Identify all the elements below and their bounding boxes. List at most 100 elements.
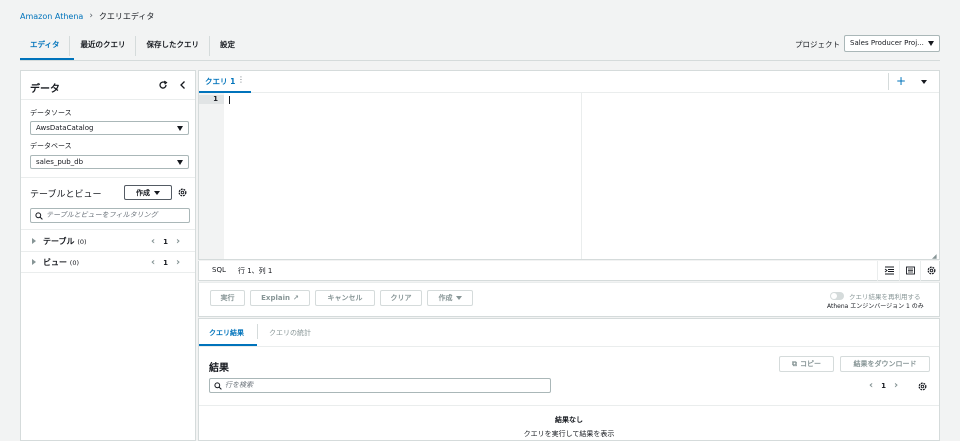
reuse-results-label: クエリ結果を再利用する <box>849 293 921 301</box>
text-cursor <box>229 96 230 104</box>
tab-query-stats[interactable]: クエリの統計 <box>269 328 311 338</box>
tab-saved-queries[interactable]: 保存したクエリ <box>136 36 210 56</box>
database-select[interactable]: sales_pub_db <box>30 155 189 169</box>
gear-icon[interactable] <box>917 381 928 392</box>
editor-language: SQL <box>212 266 226 274</box>
empty-results-subtitle: クエリを実行して結果を表示 <box>523 430 615 438</box>
caret-down-icon <box>177 126 183 131</box>
caret-down-icon[interactable] <box>921 80 927 84</box>
gear-icon[interactable] <box>177 187 188 198</box>
chevron-left-icon[interactable] <box>178 80 188 90</box>
create-table-button[interactable]: 作成 <box>124 185 172 200</box>
line-number: 1 <box>199 95 224 104</box>
chevron-right-icon: › <box>89 11 93 21</box>
download-results-button[interactable]: 結果をダウンロード <box>840 356 930 372</box>
print-margin <box>581 93 582 259</box>
caret-right-icon[interactable] <box>32 259 36 265</box>
project-select[interactable]: Sales Producer Proj... <box>844 35 940 52</box>
tab-recent-queries[interactable]: 最近のクエリ <box>70 36 137 56</box>
breadcrumb-link-athena[interactable]: Amazon Athena <box>20 12 83 21</box>
chevron-left-icon[interactable]: ‹ <box>151 236 155 247</box>
main-tabs: エディタ 最近のクエリ 保存したクエリ 設定 <box>20 36 245 56</box>
data-panel-title: データ <box>30 84 60 95</box>
caret-down-icon <box>177 160 183 165</box>
tables-views-heading: テーブルとビュー <box>30 190 102 200</box>
external-link-icon: ↗ <box>292 294 299 302</box>
datasource-select-value: AwsDataCatalog <box>36 124 94 132</box>
datasource-select[interactable]: AwsDataCatalog <box>30 121 189 135</box>
chevron-right-icon[interactable]: › <box>894 380 898 391</box>
gear-icon[interactable] <box>926 265 937 276</box>
status-divider <box>920 261 921 281</box>
caret-down-icon <box>928 41 934 46</box>
caret-down-icon <box>154 190 160 195</box>
editor-tab-query-1[interactable]: クエリ 1 <box>205 76 235 87</box>
tab-query-results[interactable]: クエリ結果 <box>209 328 244 338</box>
explain-button-label: Explain <box>261 294 290 302</box>
cancel-button[interactable]: キャンセル <box>315 290 375 306</box>
search-icon <box>35 212 43 220</box>
toggle-knob <box>831 293 837 299</box>
breadcrumb-current: クエリエディタ <box>98 11 155 21</box>
editor-status-bar: SQL 行 1、列 1 <box>198 261 940 281</box>
line-gutter <box>199 93 224 259</box>
tree-label-views: ビュー (0) <box>43 258 80 267</box>
chevron-right-icon[interactable]: › <box>176 257 180 268</box>
project-label: プロジェクト <box>795 40 840 49</box>
tree-count-tables: (0) <box>77 238 87 246</box>
caret-right-icon[interactable] <box>32 238 36 244</box>
copy-button[interactable]: ⧉ コピー <box>779 356 834 372</box>
caret-down-icon <box>455 296 462 300</box>
add-query-tab-icon[interactable]: + <box>896 74 906 88</box>
empty-results-title: 結果なし <box>555 416 583 424</box>
results-pager: ‹ 1 › <box>869 380 898 391</box>
tabs-divider <box>20 60 940 61</box>
tab-editor[interactable]: エディタ <box>20 36 71 56</box>
format-indent-icon[interactable] <box>884 265 895 276</box>
reuse-results-toggle[interactable] <box>830 292 844 300</box>
results-panel: クエリ結果 クエリの統計 結果 ⧉ コピー 結果をダウンロード 行を検索 ‹ 1… <box>198 318 940 441</box>
tables-page-number: 1 <box>163 237 168 246</box>
run-button[interactable]: 実行 <box>210 290 245 306</box>
chevron-left-icon[interactable]: ‹ <box>869 380 873 391</box>
tree-row-views[interactable]: ビュー (0) ‹ 1 › <box>21 252 195 272</box>
query-actions-bar: 実行 Explain ↗ キャンセル クリア 作成 クエリ結果を再利用する At… <box>198 282 940 317</box>
engine-version-note: Athena エンジンバージョン 1 のみ <box>827 303 924 310</box>
database-select-value: sales_pub_db <box>36 158 84 166</box>
row-search-placeholder: 行を検索 <box>225 381 253 389</box>
results-divider <box>199 405 939 406</box>
create-button[interactable]: 作成 <box>427 290 473 306</box>
create-table-button-label: 作成 <box>136 188 150 197</box>
results-tab-divider <box>257 324 258 339</box>
clear-button[interactable]: クリア <box>380 290 422 306</box>
panel-divider <box>21 99 195 100</box>
refresh-icon[interactable] <box>158 80 168 90</box>
copy-button-label: コピー <box>800 360 821 368</box>
editor-tab-bar: クエリ 1 ⋮ + <box>199 71 939 93</box>
results-page-number: 1 <box>881 381 886 390</box>
resize-grip-icon[interactable]: ◢ <box>932 253 937 260</box>
row-search-input[interactable]: 行を検索 <box>209 378 551 393</box>
results-tabs-divider <box>199 346 939 347</box>
breadcrumb: Amazon Athena › クエリエディタ <box>20 10 154 22</box>
panel-divider <box>21 177 195 178</box>
keyboard-icon[interactable] <box>905 265 916 276</box>
views-pager: ‹ 1 › <box>151 257 180 268</box>
chevron-left-icon[interactable]: ‹ <box>151 257 155 268</box>
panel-divider <box>21 229 195 230</box>
explain-button[interactable]: Explain ↗ <box>250 290 310 306</box>
tree-row-tables[interactable]: テーブル (0) ‹ 1 › <box>21 231 195 251</box>
tables-pager: ‹ 1 › <box>151 236 180 247</box>
tables-filter-input[interactable]: テーブルとビューをフィルタリング <box>30 208 190 223</box>
tree-count-views: (0) <box>69 259 80 267</box>
data-panel: データ データソース AwsDataCatalog データベース sales_p… <box>20 70 196 441</box>
more-vertical-icon[interactable]: ⋮ <box>237 75 245 84</box>
database-label: データベース <box>30 142 72 150</box>
search-icon <box>214 382 222 390</box>
status-divider <box>877 261 878 281</box>
datasource-label: データソース <box>30 109 72 117</box>
cursor-position: 行 1、列 1 <box>238 267 273 275</box>
results-title: 結果 <box>209 363 229 374</box>
chevron-right-icon[interactable]: › <box>176 236 180 247</box>
tab-settings[interactable]: 設定 <box>210 36 245 56</box>
